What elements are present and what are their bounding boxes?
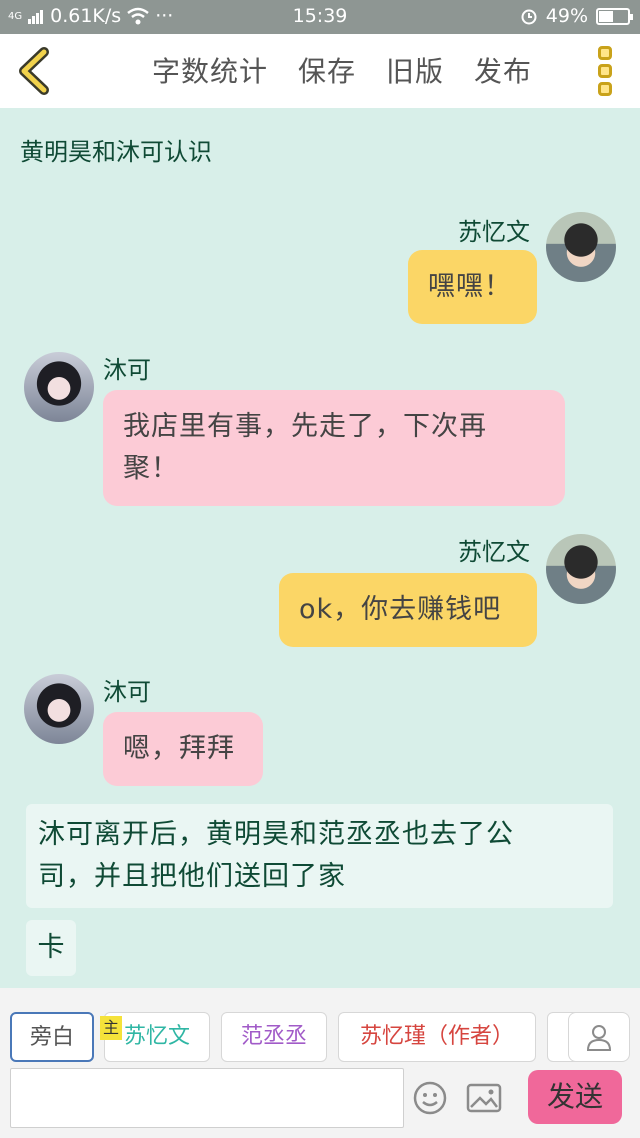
word-count-button[interactable]: 字数统计 — [152, 50, 268, 90]
message-text: 嘿嘿！ — [428, 271, 512, 302]
status-right: 49% — [520, 5, 633, 27]
battery-percent: 49% — [545, 5, 588, 27]
main-role-badge: 主 — [100, 1016, 122, 1040]
image-icon — [466, 1083, 502, 1113]
message-bubble[interactable]: 嗯，拜拜 — [103, 712, 263, 786]
editor-header: 字数统计 保存 旧版 发布 — [0, 34, 640, 108]
message-bubble[interactable]: 我店里有事，先走了，下次再 聚！ — [103, 390, 565, 506]
header-actions: 字数统计 保存 旧版 发布 — [152, 50, 562, 90]
user-icon — [586, 1025, 612, 1051]
chevron-left-icon — [19, 47, 49, 95]
message-text: 我店里有事，先走了，下次再 — [123, 411, 487, 442]
add-role-button[interactable] — [568, 1012, 630, 1062]
message-bubble[interactable]: ok，你去赚钱吧 — [279, 573, 537, 647]
speaker-name: 沐可 — [103, 678, 151, 706]
old-version-button[interactable]: 旧版 — [386, 50, 444, 90]
avatar[interactable] — [546, 534, 616, 604]
speaker-name: 苏忆文 — [458, 218, 530, 246]
message-text: ok，你去赚钱吧 — [299, 594, 502, 625]
role-chip-fan-chengcheng[interactable]: 范丞丞 — [221, 1012, 327, 1062]
status-bar: 4G 0.61K/s ··· 15:39 49% — [0, 0, 640, 34]
speaker-name: 沐可 — [103, 356, 151, 384]
narration-text: 司，并且把他们送回了家 — [38, 861, 346, 892]
role-chip-su-yijin-author[interactable]: 苏忆瑾（作者） — [338, 1012, 536, 1062]
smiley-icon — [413, 1081, 447, 1115]
role-chip-label: 苏忆文 — [123, 1024, 190, 1049]
message-text: 嗯，拜拜 — [123, 733, 235, 764]
avatar[interactable] — [24, 352, 94, 422]
emoji-button[interactable] — [412, 1080, 448, 1116]
message-text: 聚！ — [123, 453, 179, 484]
message-bubble[interactable]: 嘿嘿！ — [408, 250, 537, 324]
more-dot-icon — [598, 64, 612, 78]
image-button[interactable] — [466, 1082, 502, 1114]
narration-block[interactable]: 沐可离开后，黄明昊和范丞丞也去了公 司，并且把他们送回了家 — [26, 804, 613, 908]
back-button[interactable] — [12, 46, 62, 96]
role-chip-narrator[interactable]: 旁白 — [10, 1012, 94, 1062]
more-dot-icon — [598, 82, 612, 96]
speaker-name: 苏忆文 — [458, 538, 530, 566]
chapter-title: 黄明昊和沐可认识 — [20, 138, 212, 166]
avatar[interactable] — [24, 674, 94, 744]
alarm-icon — [521, 9, 537, 25]
save-button[interactable]: 保存 — [298, 50, 356, 90]
send-button[interactable]: 发送 — [528, 1070, 622, 1124]
more-dot-icon — [598, 46, 612, 60]
narration-text: 沐可离开后，黄明昊和范丞丞也去了公 — [38, 819, 514, 850]
composer-panel: 旁白 苏忆文 主 范丞丞 苏忆瑾（作者） 发送 — [0, 988, 640, 1138]
message-input[interactable] — [10, 1068, 404, 1128]
publish-button[interactable]: 发布 — [474, 50, 532, 90]
role-chip-label: 范丞丞 — [240, 1024, 307, 1049]
card-tag[interactable]: 卡 — [26, 920, 76, 976]
chat-area[interactable]: 黄明昊和沐可认识 苏忆文 嘿嘿！ 沐可 我店里有事，先走了，下次再 聚！ 苏忆文… — [0, 108, 640, 988]
role-chip-label: 苏忆瑾（作者） — [359, 1024, 514, 1049]
more-menu-button[interactable] — [598, 46, 614, 96]
avatar[interactable] — [546, 212, 616, 282]
role-chip-label: 旁白 — [29, 1025, 74, 1050]
battery-icon — [596, 7, 633, 25]
